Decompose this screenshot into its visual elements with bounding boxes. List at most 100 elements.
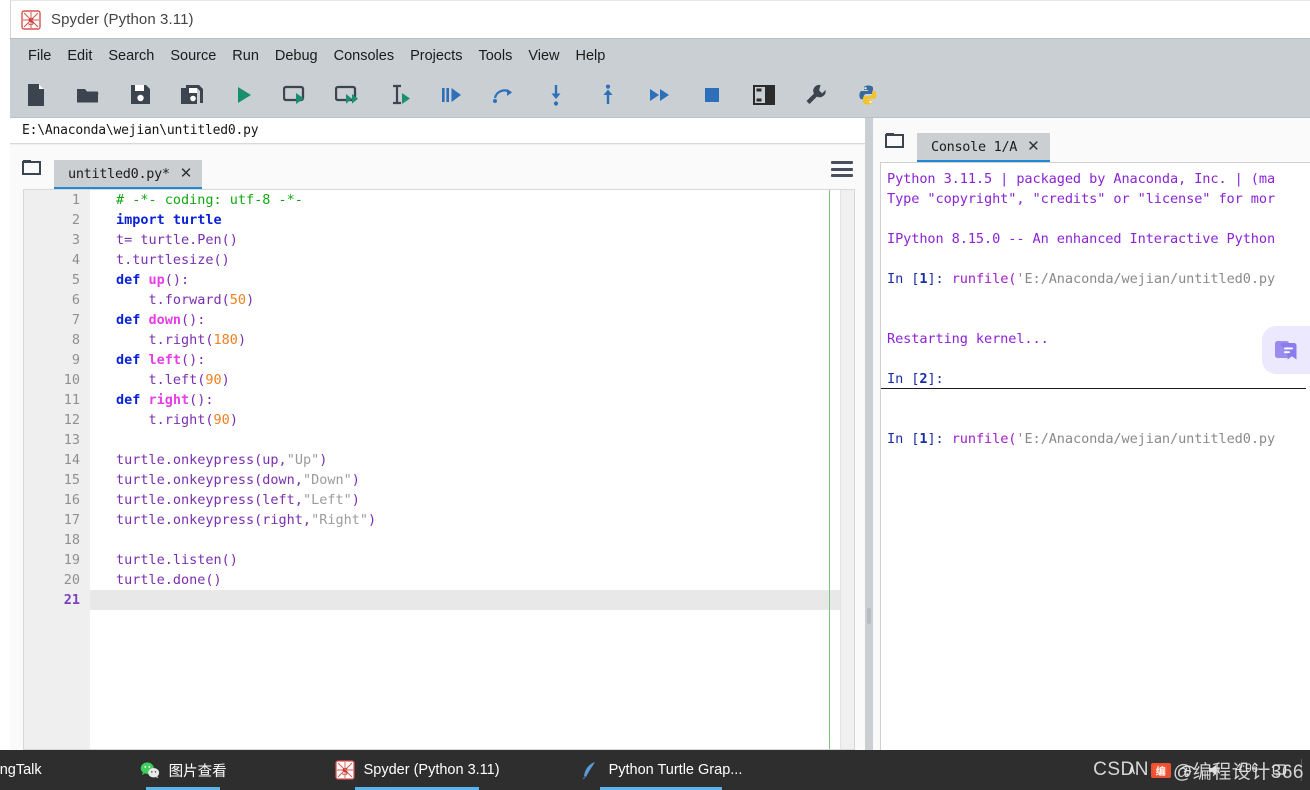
run-cell-advance-icon[interactable]	[322, 75, 374, 115]
speaker-icon[interactable]	[1207, 763, 1222, 777]
code-line[interactable]: def up():	[90, 270, 854, 290]
browse-tabs-icon[interactable]	[873, 120, 917, 160]
code-area[interactable]: # -*- coding: utf-8 -*- import turtle t= t…	[90, 190, 854, 749]
console-input-prompt[interactable]: In [2]:	[881, 369, 1306, 389]
code-token: )	[367, 512, 377, 528]
taskbar-item-2[interactable]: S Spyder (Python 3.11)	[321, 750, 514, 790]
code-line[interactable]: def right():	[90, 390, 854, 410]
code-line[interactable]: turtle.onkeypress(up,"Up")	[90, 450, 854, 470]
step-into-icon[interactable]	[530, 75, 582, 115]
code-token: down	[148, 312, 182, 328]
python-path-icon[interactable]	[842, 75, 894, 115]
menu-item-tools[interactable]: Tools	[470, 45, 520, 67]
console-tab-1a[interactable]: Console 1/A ✕	[917, 133, 1050, 163]
code-token: )	[351, 492, 360, 508]
code-line[interactable]	[90, 590, 854, 610]
menu-item-file[interactable]: File	[20, 45, 59, 67]
sogou-input-icon[interactable]: S	[1152, 762, 1168, 778]
code-line[interactable]: t.right(180)	[90, 330, 854, 350]
menu-item-help[interactable]: Help	[568, 45, 614, 67]
editor-tab-untitled0[interactable]: untitled0.py* ✕	[54, 160, 203, 190]
console-token: In [	[887, 271, 920, 287]
save-all-icon[interactable]	[166, 75, 218, 115]
menu-item-projects[interactable]: Projects	[402, 45, 470, 67]
line-number: 13	[63, 432, 80, 448]
code-token: turtle.listen()	[116, 552, 238, 568]
code-line[interactable]: t= turtle.Pen()	[90, 230, 854, 250]
run-selection-icon[interactable]	[374, 75, 426, 115]
console-token: In [	[887, 431, 920, 447]
debug-file-icon[interactable]	[426, 75, 478, 115]
step-over-icon[interactable]	[478, 75, 530, 115]
menu-item-view[interactable]: View	[520, 45, 567, 67]
code-token: up	[148, 272, 165, 288]
code-token: def	[116, 392, 149, 408]
taskbar-item-0[interactable]: DingTalk	[0, 750, 56, 790]
code-line[interactable]: turtle.onkeypress(left,"Left")	[90, 490, 854, 510]
menu-item-debug[interactable]: Debug	[267, 45, 326, 67]
code-line[interactable]: turtle.listen()	[90, 550, 854, 570]
python-feather-icon	[580, 760, 600, 780]
margin-guide-line	[829, 190, 830, 749]
run-file-icon[interactable]	[218, 75, 270, 115]
menu-item-consoles[interactable]: Consoles	[326, 45, 402, 67]
code-line[interactable]: import turtle	[90, 210, 854, 230]
network-icon[interactable]	[1180, 763, 1195, 777]
console-line: IPython 8.15.0 -- An enhanced Interactiv…	[881, 229, 1310, 249]
editor-body[interactable]: 1 2 3 4 5 6 7 8 9 10 11 12 13 14 15 16 17 18 19 20 21 # -*- …	[23, 189, 855, 749]
svg-text:S: S	[1157, 767, 1162, 776]
line-number: 7	[71, 312, 80, 328]
editor-vertical-scrollbar[interactable]	[840, 190, 854, 749]
console-output-area[interactable]: Python 3.11.5 | packaged by Anaconda, In…	[880, 162, 1310, 750]
menu-item-edit[interactable]: Edit	[59, 45, 100, 67]
svg-text:S: S	[28, 16, 34, 28]
open-file-icon[interactable]	[62, 75, 114, 115]
code-line[interactable]: def left():	[90, 350, 854, 370]
notification-icon[interactable]	[1272, 763, 1287, 777]
stop-debug-icon[interactable]	[686, 75, 738, 115]
preferences-wrench-icon[interactable]	[790, 75, 842, 115]
code-line[interactable]	[90, 430, 854, 450]
close-icon[interactable]: ✕	[180, 166, 193, 181]
code-line[interactable]: turtle.done()	[90, 570, 854, 590]
run-cell-icon[interactable]	[270, 75, 322, 115]
new-file-icon[interactable]	[10, 75, 62, 115]
step-return-icon[interactable]	[582, 75, 634, 115]
code-line[interactable]: # -*- coding: utf-8 -*-	[90, 190, 854, 210]
menu-item-source[interactable]: Source	[162, 45, 224, 67]
menu-item-search[interactable]: Search	[100, 45, 162, 67]
taskbar-item-1[interactable]: 图片查看	[126, 750, 241, 790]
clock-time: 4:06	[1235, 763, 1258, 776]
close-icon[interactable]: ✕	[1027, 139, 1040, 154]
pane-splitter[interactable]	[865, 118, 873, 750]
code-line[interactable]: t.left(90)	[90, 370, 854, 390]
code-token: import	[116, 212, 165, 228]
code-token: turtle.done()	[116, 572, 222, 588]
show-desktop-button[interactable]	[1301, 759, 1304, 781]
save-file-icon[interactable]	[114, 75, 166, 115]
code-line[interactable]: def down():	[90, 310, 854, 330]
browse-tabs-icon[interactable]	[10, 147, 54, 187]
taskbar-item-3[interactable]: Python Turtle Grap...	[566, 750, 757, 790]
chevron-up-icon[interactable]: ∧	[1127, 762, 1137, 778]
console-line: In [1]: runfile('E:/Anaconda/wejian/unti…	[881, 429, 1310, 449]
code-line[interactable]: t.forward(50)	[90, 290, 854, 310]
notes-bookmark-icon[interactable]	[1262, 326, 1310, 374]
code-line[interactable]: turtle.onkeypress(down,"Down")	[90, 470, 854, 490]
code-line[interactable]: t.right(90)	[90, 410, 854, 430]
code-line[interactable]: turtle.onkeypress(right,"Right")	[90, 510, 854, 530]
code-token: t= turtle.Pen()	[116, 232, 238, 248]
code-line[interactable]	[90, 530, 854, 550]
code-token: # -*- coding: utf-8 -*-	[116, 192, 303, 208]
panes-layout-icon[interactable]	[738, 75, 790, 115]
spyder-logo-icon: S	[21, 9, 41, 30]
taskbar-clock[interactable]: 4:06	[1236, 763, 1258, 776]
splitter-grip[interactable]	[867, 608, 871, 624]
code-line[interactable]: t.turtlesize()	[90, 250, 854, 270]
code-token: turtle.onkeypress(right,	[116, 512, 312, 528]
menu-item-run[interactable]: Run	[224, 45, 267, 67]
options-hamburger-icon[interactable]	[831, 161, 853, 177]
continue-icon[interactable]	[634, 75, 686, 115]
